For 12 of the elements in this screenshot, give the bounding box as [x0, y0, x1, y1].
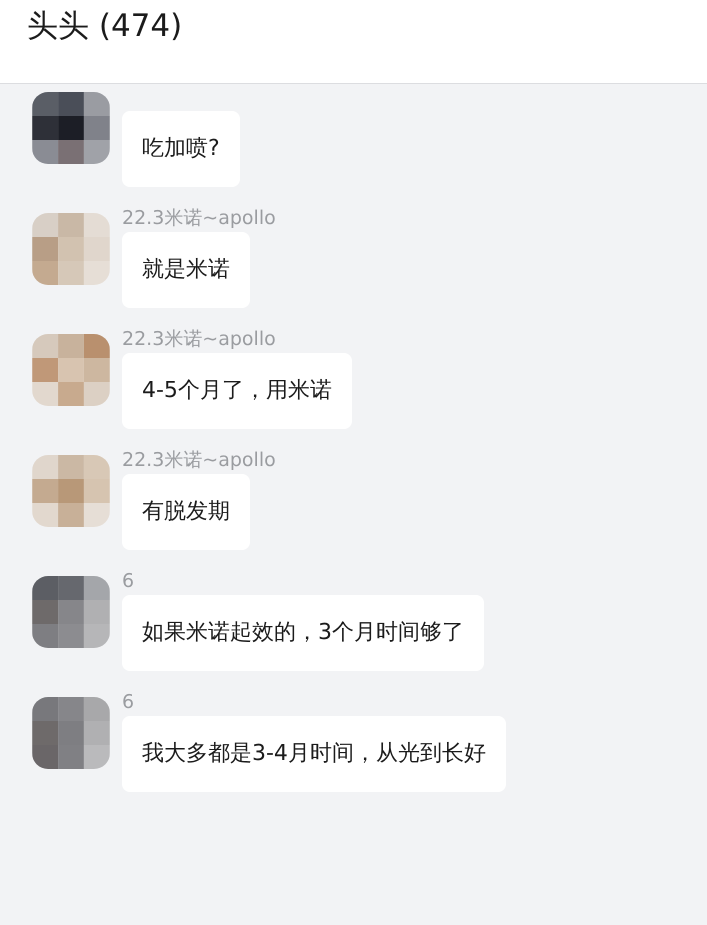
sender-name: 22.3米诺~apollo — [122, 448, 276, 473]
sender-name: 6 — [122, 690, 134, 715]
message-bubble: 4-5个月了，用米诺 — [122, 353, 352, 429]
message-bubble: 有脱发期 — [122, 474, 250, 550]
sender-name: 22.3米诺~apollo — [122, 206, 276, 231]
sender-name: 6 — [122, 569, 134, 594]
message-bubble: 如果米诺起效的，3个月时间够了 — [122, 595, 484, 671]
chat-title: 头头 (474) — [27, 8, 182, 44]
message-bubble: 吃加喷? — [122, 111, 240, 187]
message-bubble: 我大多都是3-4月时间，从光到长好 — [122, 716, 506, 792]
sender-name: 22.3米诺~apollo — [122, 327, 276, 352]
message-bubble: 就是米诺 — [122, 232, 250, 308]
